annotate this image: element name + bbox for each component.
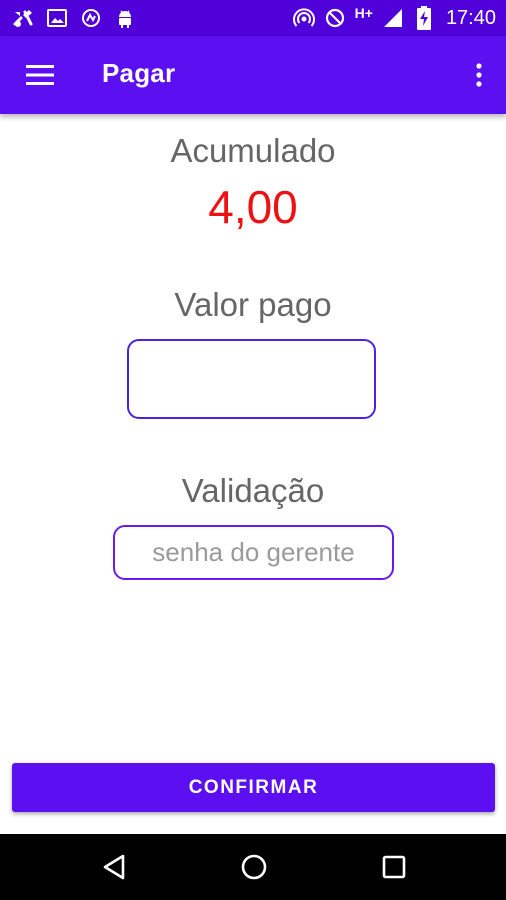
recents-square-icon — [382, 855, 406, 879]
confirm-button[interactable]: CONFIRMAR — [12, 763, 495, 812]
status-bar-system: H+ 17:40 — [292, 4, 496, 32]
do-not-disturb-icon — [324, 7, 346, 29]
status-bar: H+ 17:40 — [0, 0, 506, 36]
image-notification-icon — [46, 7, 68, 29]
network-type: H+ — [354, 5, 373, 21]
nav-back-button[interactable] — [92, 847, 136, 887]
nav-recents-button[interactable] — [372, 847, 416, 887]
more-vertical-icon — [476, 63, 482, 87]
manager-password-input[interactable] — [113, 525, 394, 580]
overflow-menu-button[interactable] — [466, 55, 492, 95]
validation-label: Validação — [181, 472, 325, 509]
status-clock: 17:40 — [445, 6, 496, 29]
accumulated-label: Acumulado — [170, 132, 336, 169]
accumulated-value: 4,00 — [208, 181, 298, 233]
hamburger-menu-icon — [26, 65, 54, 85]
payment-form: Acumulado 4,00 Valor pago Validação CONF… — [0, 114, 506, 834]
home-circle-icon — [241, 854, 267, 880]
page-title: Pagar — [102, 58, 176, 88]
paid-amount-label: Valor pago — [174, 286, 332, 323]
nav-home-button[interactable] — [232, 847, 276, 887]
app-toolbar: Pagar — [0, 36, 506, 114]
hotspot-icon — [292, 7, 315, 29]
status-bar-notifications — [12, 5, 136, 31]
android-notification-icon — [114, 7, 136, 29]
signal-icon — [382, 7, 404, 29]
menu-button[interactable] — [15, 55, 65, 95]
tools-notification-icon — [12, 7, 34, 29]
back-triangle-icon — [103, 854, 125, 880]
sync-notification-icon — [80, 7, 102, 29]
paid-amount-input[interactable] — [127, 339, 376, 419]
app-screen: H+ 17:40 Pagar Acumulado 4,00 Valor pago… — [0, 0, 506, 900]
system-nav-bar — [0, 834, 506, 900]
battery-charging-icon — [413, 6, 435, 30]
